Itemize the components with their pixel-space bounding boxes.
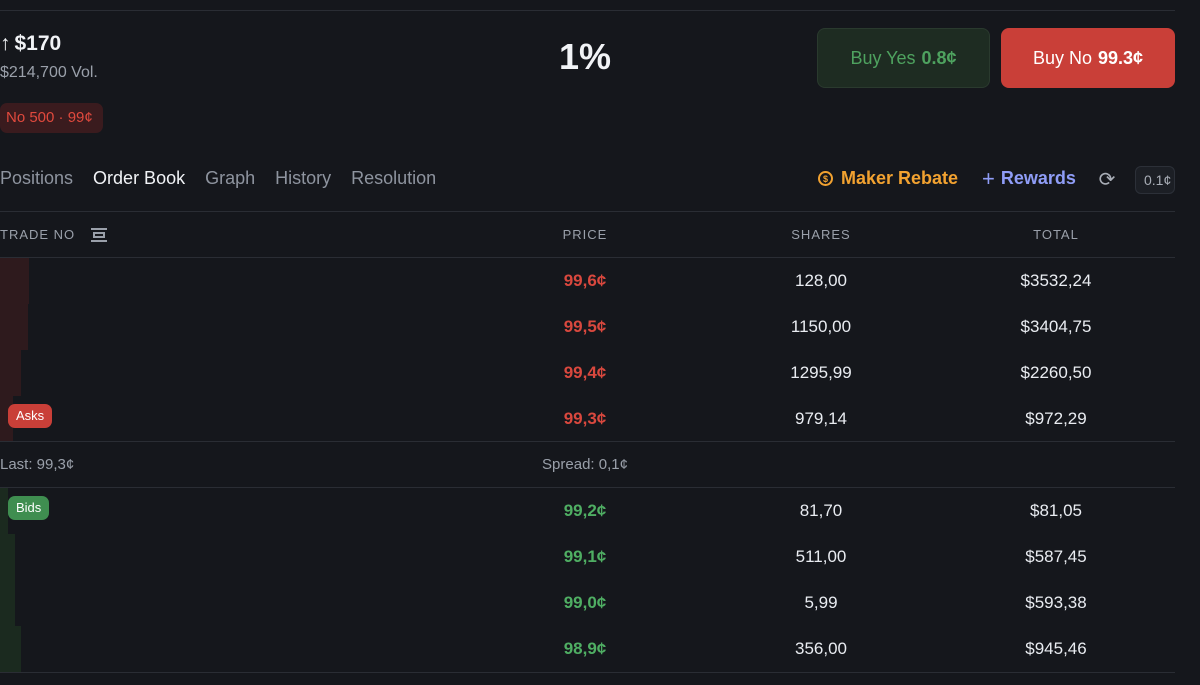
price-target: ↑ $170	[0, 32, 61, 56]
refresh-icon[interactable]: ⟳	[1097, 170, 1117, 190]
bid-row[interactable]: Bids 99,2¢ 81,70 $81,05	[0, 488, 1175, 534]
last-price: Last: 99,3¢	[0, 456, 75, 473]
ask-price: 99,6¢	[563, 271, 607, 290]
bid-total: $587,45	[1025, 547, 1087, 566]
column-trade-label: TRADE NO	[0, 227, 76, 242]
bid-shares: 356,00	[795, 639, 847, 658]
bid-price: 99,2¢	[563, 501, 607, 520]
ask-row[interactable]: 99,6¢ 128,00 $3532,24	[0, 258, 1175, 304]
plus-icon: +	[982, 165, 995, 191]
ask-price: 99,3¢	[563, 409, 607, 428]
buy-yes-label: Buy Yes	[850, 47, 916, 68]
bid-price: 99,1¢	[563, 547, 607, 566]
spread-row: Last: 99,3¢ Spread: 0,1¢	[0, 442, 1175, 488]
buy-yes-price: 0.8¢	[921, 47, 957, 68]
column-price: PRICE	[562, 227, 608, 242]
ask-total: $2260,50	[1020, 363, 1092, 382]
top-divider	[0, 10, 1175, 11]
depth-bar	[0, 258, 29, 304]
bid-price: 99,0¢	[563, 593, 607, 612]
column-total: TOTAL	[1033, 227, 1079, 242]
position-badge[interactable]: No 500 · 99¢	[0, 103, 103, 133]
ask-shares: 979,14	[795, 409, 847, 428]
volume-label: $214,700 Vol.	[0, 64, 98, 81]
bid-shares: 81,70	[799, 501, 843, 520]
depth-bar	[0, 534, 15, 580]
buy-no-label: Buy No	[1032, 47, 1092, 68]
ask-row[interactable]: Asks 99,3¢ 979,14 $972,29	[0, 396, 1175, 442]
divider	[0, 211, 1175, 212]
bid-total: $945,46	[1025, 639, 1087, 658]
ask-total: $3532,24	[1020, 271, 1092, 290]
orderbook-toolbar: $ Maker Rebate + Rewards ⟳ 0.1¢	[0, 166, 1200, 196]
market-header: ↑ $170 $214,700 Vol. No 500 · 99¢ 1% Buy…	[0, 28, 1200, 138]
buy-no-button[interactable]: Buy No 99.3¢	[1001, 28, 1175, 88]
depth-bar	[0, 580, 15, 626]
depth-bar	[0, 350, 21, 396]
ask-shares: 1150,00	[790, 317, 852, 336]
spread-value: Spread: 0,1¢	[542, 456, 628, 473]
rewards-button[interactable]: + Rewards	[982, 165, 1076, 191]
bid-shares: 511,00	[795, 547, 847, 566]
ask-shares: 1295,99	[790, 363, 852, 382]
column-shares: SHARES	[791, 227, 851, 242]
buy-no-price: 99.3¢	[1097, 47, 1144, 68]
buy-yes-button[interactable]: Buy Yes 0.8¢	[817, 28, 990, 88]
arrow-up-icon: ↑	[0, 32, 11, 55]
ask-row[interactable]: 99,4¢ 1295,99 $2260,50	[0, 350, 1175, 396]
column-trade-no: TRADE NO	[0, 227, 108, 242]
ask-price: 99,4¢	[563, 363, 607, 382]
bid-total: $593,38	[1025, 593, 1087, 612]
maker-rebate-button[interactable]: $ Maker Rebate	[818, 168, 958, 189]
bid-total: $81,05	[1030, 501, 1082, 520]
bid-row[interactable]: 99,1¢ 511,00 $587,45	[0, 534, 1175, 580]
maker-rebate-label: Maker Rebate	[841, 168, 959, 188]
coin-icon: $	[818, 171, 833, 186]
bids-badge: Bids	[8, 496, 50, 520]
depth-bar	[0, 488, 8, 534]
ask-shares: 128,00	[795, 271, 847, 290]
ask-price: 99,5¢	[563, 317, 607, 336]
divider	[0, 672, 1175, 673]
ask-total: $972,29	[1025, 409, 1087, 428]
bid-row[interactable]: 99,0¢ 5,99 $593,38	[0, 580, 1175, 626]
chance-percent: 1%	[558, 36, 612, 77]
rewards-label: Rewards	[1000, 168, 1076, 188]
ask-row[interactable]: 99,5¢ 1150,00 $3404,75	[0, 304, 1175, 350]
tick-size-select[interactable]: 0.1¢	[1135, 166, 1175, 194]
collapse-icon[interactable]	[91, 227, 108, 242]
ask-total: $3404,75	[1020, 317, 1092, 336]
depth-bar	[0, 626, 21, 672]
depth-bar	[0, 304, 28, 350]
bid-price: 98,9¢	[563, 639, 607, 658]
asks-badge: Asks	[8, 404, 53, 428]
bid-row[interactable]: 98,9¢ 356,00 $945,46	[0, 626, 1175, 672]
bid-shares: 5,99	[804, 593, 838, 612]
price-label: $170	[14, 32, 62, 55]
